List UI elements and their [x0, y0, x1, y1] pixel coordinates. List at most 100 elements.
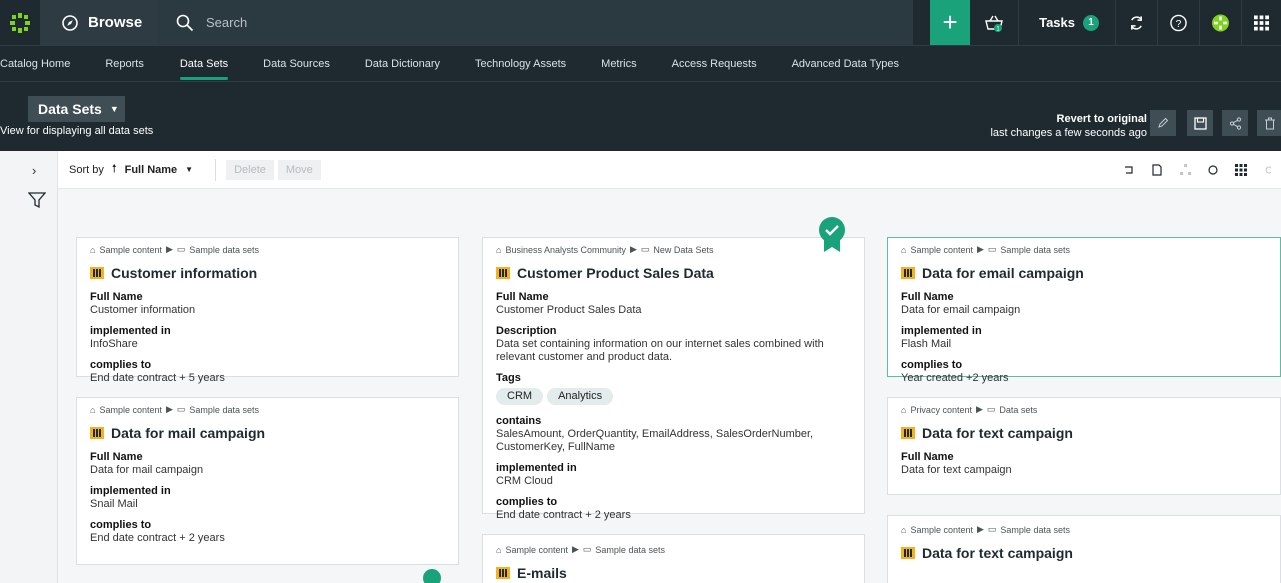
tag-crm[interactable]: CRM [496, 388, 544, 405]
field-value[interactable]: End date contract + 5 years [90, 372, 225, 384]
breadcrumb-domain[interactable]: Sample data sets [595, 545, 665, 555]
add-icon[interactable]: + [930, 0, 971, 45]
field-value[interactable]: Snail Mail [90, 498, 138, 510]
view-selector-button[interactable]: Data Sets ▼ [28, 96, 125, 122]
nav-reports[interactable]: Reports [105, 46, 144, 82]
edit-button[interactable] [1150, 110, 1176, 136]
dataset-icon [901, 267, 915, 279]
field-value[interactable]: InfoShare [90, 338, 138, 350]
dataset-icon [901, 427, 915, 439]
card-title[interactable]: Data for email campaign [901, 265, 1267, 281]
app-logo-icon[interactable] [0, 0, 40, 45]
save-button[interactable] [1187, 110, 1213, 136]
view-header: Data Sets ▼ View for displaying all data… [0, 81, 1281, 151]
certified-badge-icon [423, 569, 441, 583]
field-value[interactable]: SalesAmount, OrderQuantity, EmailAddress… [496, 428, 813, 453]
sort-ascending-icon[interactable]: 🠕 [112, 160, 117, 179]
breadcrumb-community[interactable]: Sample content [99, 405, 162, 415]
card-title[interactable]: Customer information [90, 265, 445, 281]
apps-grid-button[interactable] [1241, 0, 1281, 45]
nav-access-requests[interactable]: Access Requests [672, 46, 757, 82]
breadcrumb-community[interactable]: Sample content [505, 545, 568, 555]
field-value[interactable]: Year created +2 years [901, 372, 1009, 384]
field-value: Data set containing information on our i… [496, 338, 824, 363]
card-title-text: Data for mail campaign [111, 425, 266, 441]
field-value[interactable]: Flash Mail [901, 338, 951, 350]
breadcrumb-community[interactable]: Sample content [910, 245, 973, 255]
nav-advanced-data-types[interactable]: Advanced Data Types [792, 46, 899, 82]
nav-data-sources[interactable]: Data Sources [263, 46, 330, 82]
field-label: implemented in [90, 485, 171, 497]
tasks-count-badge: 1 [1083, 14, 1099, 31]
delete-view-button[interactable] [1257, 110, 1281, 136]
tasks-button[interactable]: Tasks 1 [1018, 0, 1115, 45]
card-title[interactable]: E-mails [496, 565, 851, 581]
breadcrumb-domain[interactable]: New Data Sets [653, 245, 713, 255]
field-description: Description Data set containing informati… [496, 325, 851, 364]
pencil-icon [1158, 117, 1169, 128]
share-button[interactable] [1222, 110, 1248, 136]
eye-icon[interactable] [1263, 164, 1271, 176]
expand-chevron-icon[interactable]: › [32, 163, 36, 178]
nav-metrics[interactable]: Metrics [601, 46, 636, 82]
data-set-card[interactable]: ⌂ Sample content ▶ ▭ Sample data sets E-… [482, 534, 865, 583]
field-full-name: Full Name Data for text campaign [901, 451, 1267, 477]
breadcrumb-community[interactable]: Sample content [99, 245, 162, 255]
card-title[interactable]: Data for mail campaign [90, 425, 445, 441]
data-set-card[interactable]: ⌂ Business Analysts Community ▶ ▭ New Da… [482, 217, 865, 521]
delete-button[interactable]: Delete [226, 159, 274, 180]
data-set-card[interactable]: ⌂ Privacy content ▶ ▭ Data sets Data for… [887, 397, 1281, 495]
browse-label: Browse [88, 14, 143, 31]
refresh-icon[interactable] [1123, 164, 1135, 176]
certified-badge-icon [819, 217, 845, 252]
breadcrumb-community[interactable]: Business Analysts Community [505, 245, 626, 255]
browse-button[interactable]: Browse [40, 0, 158, 45]
help-button[interactable]: ? [1157, 0, 1199, 45]
nav-technology-assets[interactable]: Technology Assets [475, 46, 566, 82]
revert-to-original-link[interactable]: Revert to original [1057, 113, 1147, 125]
sort-field-select[interactable]: Full Name [125, 164, 178, 176]
view-subtitle: View for displaying all data sets [0, 125, 154, 137]
top-bar: Browse Search + 1 Tasks 1 ? [0, 0, 1281, 45]
move-button[interactable]: Move [277, 159, 321, 180]
export-icon[interactable] [1151, 163, 1163, 176]
tag-analytics[interactable]: Analytics [547, 388, 614, 405]
field-label: implemented in [90, 325, 171, 337]
field-value: Data for text campaign [901, 464, 1012, 476]
sync-button[interactable] [1115, 0, 1157, 45]
nav-data-sets[interactable]: Data Sets [179, 46, 229, 82]
field-value: Customer information [90, 304, 196, 316]
search-input[interactable]: Search [158, 0, 913, 45]
card-title[interactable]: Data for text campaign [901, 545, 1267, 561]
field-value[interactable]: End date contract + 2 years [496, 509, 631, 521]
field-value[interactable]: End date contract + 2 years [90, 532, 225, 544]
toolbar-right-icons [1123, 163, 1281, 176]
data-set-card[interactable]: ⌂ Sample content ▶ ▭ Sample data sets Cu… [76, 237, 459, 384]
card-title[interactable]: Data for text campaign [901, 425, 1267, 441]
data-set-card[interactable]: ⌂ Sample content ▶ ▭ Sample data sets Da… [887, 237, 1281, 384]
card-title[interactable]: Customer Product Sales Data [496, 265, 851, 281]
breadcrumb-community[interactable]: Sample content [910, 525, 973, 535]
breadcrumb-domain[interactable]: Sample data sets [189, 405, 259, 415]
breadcrumb-community[interactable]: Privacy content [910, 405, 972, 415]
dataset-icon [90, 427, 104, 439]
data-set-card[interactable]: ⌂ Sample content ▶ ▭ Sample data sets Da… [887, 515, 1281, 583]
cart-button[interactable]: 1 [970, 0, 1018, 45]
sort-by-label: Sort by [69, 163, 104, 176]
dataset-icon [90, 267, 104, 279]
domain-icon: ▭ [987, 524, 997, 534]
grid-view-icon[interactable] [1235, 163, 1247, 176]
breadcrumb-domain[interactable]: Data sets [999, 405, 1037, 415]
nav-catalog-home[interactable]: Catalog Home [0, 46, 70, 82]
data-set-card[interactable]: ⌂ Sample content ▶ ▭ Sample data sets Da… [76, 397, 459, 583]
sort-control[interactable]: Sort by 🠕 Full Name ▼ [69, 160, 193, 179]
field-value[interactable]: CRM Cloud [496, 475, 553, 487]
avatar[interactable] [1199, 0, 1241, 45]
nav-data-dictionary[interactable]: Data Dictionary [365, 46, 440, 82]
filter-icon[interactable] [28, 191, 46, 209]
circle-icon[interactable] [1207, 164, 1219, 176]
breadcrumb-domain[interactable]: Sample data sets [1000, 525, 1070, 535]
breadcrumb-domain[interactable]: Sample data sets [1000, 245, 1070, 255]
hierarchy-icon[interactable] [1179, 163, 1191, 176]
breadcrumb-domain[interactable]: Sample data sets [189, 245, 259, 255]
